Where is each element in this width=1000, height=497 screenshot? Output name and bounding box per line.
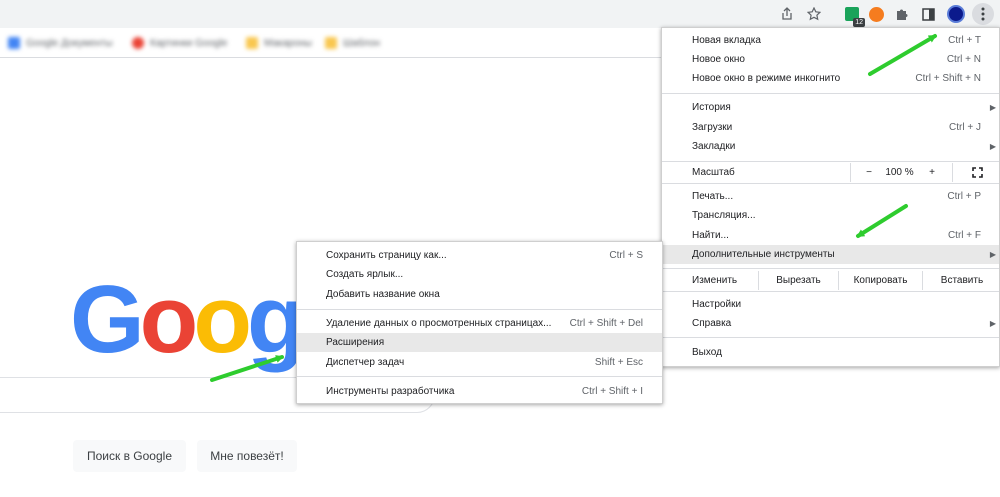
chevron-right-icon: ▶ <box>989 319 996 328</box>
menu-separator <box>662 291 999 292</box>
submenu-item-save-page[interactable]: Сохранить страницу как... Ctrl + S <box>297 246 662 265</box>
ahrefs-icon[interactable] <box>866 4 886 24</box>
paste-button[interactable]: Вставить <box>922 271 1000 290</box>
submenu-item-task-manager[interactable]: Диспетчер задач Shift + Esc <box>297 353 662 372</box>
menu-item-find[interactable]: Найти... Ctrl + F <box>662 226 999 245</box>
chrome-main-menu: Новая вкладка Ctrl + T Новое окно Ctrl +… <box>661 27 1000 367</box>
menu-item-history[interactable]: История ▶ <box>662 98 999 117</box>
zoom-value: 100 % <box>885 167 914 178</box>
menu-item-new-tab[interactable]: Новая вкладка Ctrl + T <box>662 31 999 50</box>
menu-item-incognito[interactable]: Новое окно в режиме инкогнито Ctrl + Shi… <box>662 69 999 88</box>
zoom-label: Масштаб <box>692 167 735 178</box>
menu-separator <box>662 337 999 338</box>
cut-button[interactable]: Вырезать <box>758 271 838 290</box>
menu-separator <box>662 93 999 94</box>
bookmark-item[interactable]: Шаблон <box>325 36 380 50</box>
menu-item-new-window[interactable]: Новое окно Ctrl + N <box>662 50 999 69</box>
google-images-icon <box>132 37 144 49</box>
chevron-right-icon: ▶ <box>989 250 996 259</box>
menu-separator <box>662 183 999 184</box>
menu-separator <box>297 376 662 377</box>
share-icon[interactable] <box>777 4 797 24</box>
menu-item-bookmarks[interactable]: Закладки ▶ <box>662 137 999 156</box>
docs-icon <box>8 37 20 49</box>
copy-button[interactable]: Копировать <box>838 271 922 290</box>
kebab-menu-icon[interactable] <box>972 3 994 25</box>
menu-item-settings[interactable]: Настройки <box>662 295 999 314</box>
edit-row: Изменить Вырезать Копировать Вставить <box>662 271 999 290</box>
submenu-item-devtools[interactable]: Инструменты разработчика Ctrl + Shift + … <box>297 382 662 401</box>
extension-badge-count: 12 <box>853 18 865 27</box>
menu-item-more-tools[interactable]: Дополнительные инструменты ▶ <box>662 245 999 264</box>
folder-icon <box>246 37 258 49</box>
menu-item-downloads[interactable]: Загрузки Ctrl + J <box>662 118 999 137</box>
menu-separator <box>662 161 999 162</box>
zoom-row: Масштаб − 100 % + <box>662 163 999 182</box>
google-search-button[interactable]: Поиск в Google <box>73 440 186 472</box>
browser-toolbar: 12 <box>0 0 1000 28</box>
puzzle-icon[interactable] <box>892 4 912 24</box>
fullscreen-icon <box>971 167 983 178</box>
chevron-right-icon: ▶ <box>989 142 996 151</box>
edit-label: Изменить <box>692 275 738 286</box>
sidepanel-icon[interactable] <box>918 4 938 24</box>
chevron-right-icon: ▶ <box>989 103 996 112</box>
bookmark-item[interactable]: Картинки Google <box>132 36 227 50</box>
zoom-in-button[interactable]: + <box>922 163 942 182</box>
avatar[interactable] <box>946 4 966 24</box>
star-icon[interactable] <box>804 4 824 24</box>
submenu-item-create-shortcut[interactable]: Создать ярлык... <box>297 265 662 284</box>
bookmark-item[interactable]: Макароны <box>246 36 312 50</box>
menu-item-print[interactable]: Печать... Ctrl + P <box>662 187 999 206</box>
submenu-item-extensions[interactable]: Расширения <box>297 333 662 352</box>
lucky-button[interactable]: Мне повезёт! <box>197 440 297 472</box>
submenu-item-name-window[interactable]: Добавить название окна <box>297 285 662 304</box>
menu-item-help[interactable]: Справка ▶ <box>662 314 999 333</box>
bookmark-item[interactable]: Google Документы <box>8 36 113 50</box>
extension-badge-icon[interactable]: 12 <box>842 4 865 27</box>
menu-item-cast[interactable]: Трансляция... <box>662 206 999 225</box>
more-tools-submenu: Сохранить страницу как... Ctrl + S Созда… <box>296 241 663 404</box>
submenu-item-clear-data[interactable]: Удаление данных о просмотренных страница… <box>297 314 662 333</box>
menu-separator <box>662 268 999 269</box>
menu-item-exit[interactable]: Выход <box>662 343 999 362</box>
fullscreen-button[interactable] <box>952 163 1000 182</box>
folder-icon <box>325 37 337 49</box>
menu-separator <box>297 309 662 310</box>
